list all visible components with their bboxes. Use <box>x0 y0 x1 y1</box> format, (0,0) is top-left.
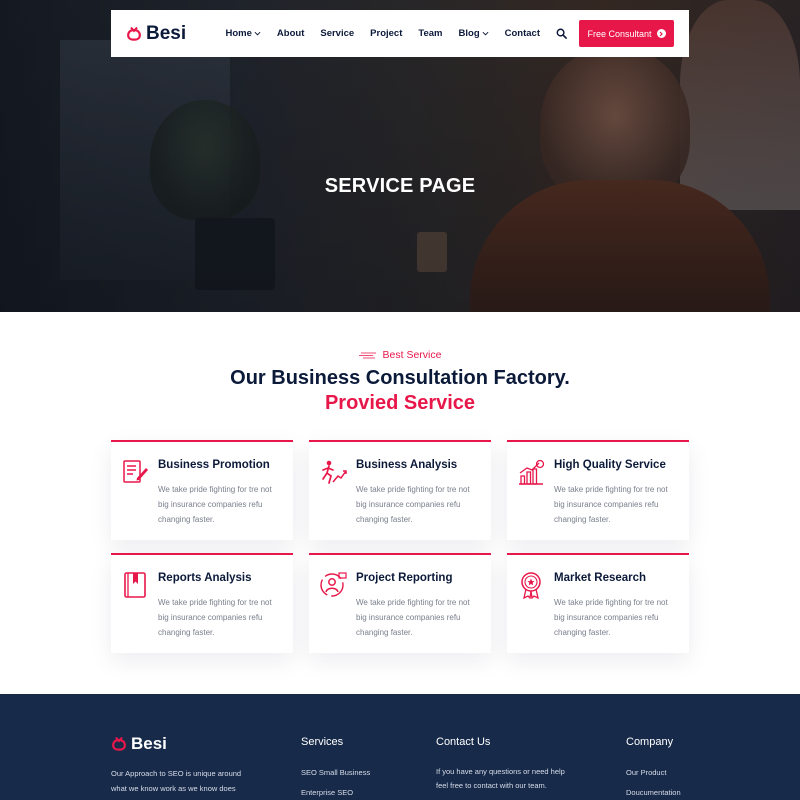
nav-label: Contact <box>504 28 540 39</box>
nav-item-project[interactable]: Project <box>370 28 402 39</box>
document-pen-icon <box>123 460 148 483</box>
card-title: Business Analysis <box>356 459 458 471</box>
nav-item-service[interactable]: Service <box>320 28 354 39</box>
bar-chart-dollar-icon <box>519 459 545 485</box>
nav-label: About <box>276 28 305 39</box>
nav-label: Service <box>320 28 355 39</box>
nav-item-about[interactable]: About <box>277 28 304 39</box>
free-consultant-button[interactable]: Free Consultant <box>579 20 674 47</box>
bookmark-book-icon <box>124 572 146 598</box>
footer-about-text: Our Approach to SEO is unique around wha… <box>111 769 242 793</box>
card-description: We take pride fighting for tre not big i… <box>554 485 668 524</box>
service-card[interactable]: Reports Analysis We take pride fighting … <box>111 553 293 653</box>
card-title: Market Research <box>554 572 647 584</box>
speed-lines-icon <box>358 352 376 359</box>
footer-link[interactable]: SEO Small Business <box>301 768 370 777</box>
card-description: We take pride fighting for tre not big i… <box>158 598 272 637</box>
footer-logo-text: Besi <box>131 734 167 753</box>
footer-company-title: Company <box>626 736 674 748</box>
service-card[interactable]: Business Promotion We take pride fightin… <box>111 440 293 540</box>
nav-item-contact[interactable]: Contact <box>505 28 540 39</box>
footer-link[interactable]: Doucumentation <box>626 788 681 797</box>
logo-icon <box>112 736 126 751</box>
card-description: We take pride fighting for tre not big i… <box>356 598 470 637</box>
footer: Besi Our Approach to SEO is unique aroun… <box>0 694 800 800</box>
cta-label: Free Consultant <box>587 28 652 39</box>
chevron-down-icon <box>482 31 489 36</box>
service-card[interactable]: High Quality Service We take pride fight… <box>507 440 689 540</box>
footer-link[interactable]: Enterprise SEO <box>301 788 353 797</box>
card-description: We take pride fighting for tre not big i… <box>158 485 272 524</box>
card-title: Reports Analysis <box>158 572 252 584</box>
service-card[interactable]: Market Research We take pride fighting f… <box>507 553 689 653</box>
card-title: High Quality Service <box>554 459 666 471</box>
award-badge-icon <box>521 572 541 599</box>
navbar: Besi Home About Service Project Team Blo… <box>111 10 689 57</box>
page-title: SERVICE PAGE <box>324 175 476 197</box>
section-heading: Our Business Consultation Factory. <box>230 367 570 389</box>
nav-item-home[interactable]: Home <box>226 28 261 39</box>
section-tagline: Best Service <box>0 349 800 361</box>
person-target-icon <box>320 572 347 597</box>
logo-icon <box>127 26 141 41</box>
logo[interactable]: Besi <box>126 23 186 45</box>
footer-logo[interactable]: Besi <box>111 734 167 754</box>
card-title: Business Promotion <box>158 459 270 471</box>
tagline-text: Best Service <box>382 349 442 361</box>
footer-contact-text: If you have any questions or need help f… <box>436 767 565 790</box>
footer-contact-title: Contact Us <box>436 736 491 748</box>
arrow-right-icon <box>656 29 666 38</box>
nav-label: Team <box>418 28 443 39</box>
nav-label: Blog <box>458 28 480 39</box>
card-title: Project Reporting <box>356 572 453 584</box>
card-description: We take pride fighting for tre not big i… <box>554 598 668 637</box>
service-card[interactable]: Project Reporting We take pride fighting… <box>309 553 491 653</box>
nav-label: Project <box>370 28 403 39</box>
footer-services-title: Services <box>301 736 344 748</box>
search-icon[interactable] <box>556 28 567 39</box>
chevron-down-icon <box>254 31 261 36</box>
logo-text: Besi <box>146 22 187 44</box>
footer-link[interactable]: Our Product <box>626 768 666 777</box>
service-card[interactable]: Business Analysis We take pride fighting… <box>309 440 491 540</box>
main-nav: Home About Service Project Team Blog Con… <box>226 20 674 47</box>
nav-item-team[interactable]: Team <box>418 28 442 39</box>
running-growth-icon <box>322 460 347 484</box>
nav-label: Home <box>225 28 252 39</box>
card-description: We take pride fighting for tre not big i… <box>356 485 470 524</box>
section-subheading: Provied Service <box>324 392 476 414</box>
nav-item-blog[interactable]: Blog <box>459 28 489 39</box>
